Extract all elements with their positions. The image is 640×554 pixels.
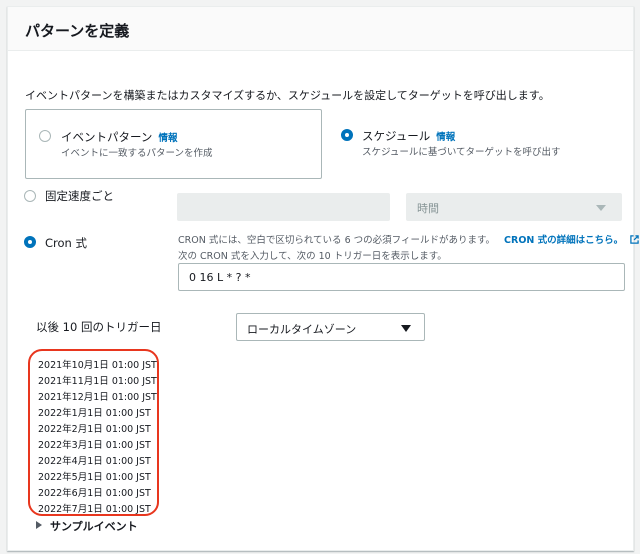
cron-radio[interactable] <box>24 236 36 248</box>
trigger-dates-list: 2021年10月1日 01:00 JST 2021年11月1日 01:00 JS… <box>28 349 159 516</box>
list-item: 2022年6月1日 01:00 JST <box>38 488 151 499</box>
list-item: 2022年1月1日 01:00 JST <box>38 408 151 419</box>
caret-right-icon <box>36 521 42 529</box>
panel-description: イベントパターンを構築またはカスタマイズするか、スケジュールを設定してターゲット… <box>25 89 550 102</box>
timezone-select[interactable]: ローカルタイムゾーン <box>236 313 425 341</box>
event-pattern-option[interactable]: イベントパターン 情報 イベントに一致するパターンを作成 <box>25 109 322 179</box>
list-item: 2021年11月1日 01:00 JST <box>38 376 157 387</box>
list-item: 2022年7月1日 01:00 JST <box>38 504 151 515</box>
trigger-dates-label: 以後 10 回のトリガー日 <box>36 320 162 334</box>
list-item: 2021年12月1日 01:00 JST <box>38 392 157 403</box>
sample-event-expander[interactable]: サンプルイベント <box>36 518 138 534</box>
event-pattern-info-link[interactable]: 情報 <box>158 133 177 144</box>
panel-header: パターンを定義 <box>8 7 633 51</box>
timezone-value: ローカルタイムゾーン <box>247 323 357 336</box>
cron-help-text: CRON 式には、空白で区切られている 6 つの必須フィールドがあります。 CR… <box>178 233 639 265</box>
list-item: 2022年5月1日 01:00 JST <box>38 472 151 483</box>
event-pattern-title: イベントパターン 情報 <box>61 129 177 145</box>
schedule-info-link[interactable]: 情報 <box>436 132 455 143</box>
external-link-icon[interactable] <box>630 235 639 244</box>
list-item: 2022年2月1日 01:00 JST <box>38 424 151 435</box>
rate-unit-select: 時間 <box>406 193 622 221</box>
schedule-subtitle: スケジュールに基づいてターゲットを呼び出す <box>362 147 561 158</box>
fixed-rate-radio[interactable] <box>24 190 36 202</box>
fixed-rate-label: 固定速度ごと <box>45 189 114 203</box>
list-item: 2022年4月1日 01:00 JST <box>38 456 151 467</box>
schedule-title: スケジュール 情報 <box>362 128 455 144</box>
schedule-label: スケジュール <box>362 129 431 143</box>
list-item: 2021年10月1日 01:00 JST <box>38 360 157 371</box>
define-pattern-panel: パターンを定義 イベントパターンを構築またはカスタマイズするか、スケジュールを設… <box>7 6 639 551</box>
sample-event-label: サンプルイベント <box>50 520 138 533</box>
list-item: 2022年3月1日 01:00 JST <box>38 440 151 451</box>
cron-help-line2: 次の CRON 式を入力して、次の 10 トリガー日を表示します。 <box>178 251 447 262</box>
cron-help-line1: CRON 式には、空白で区切られている 6 つの必須フィールドがあります。 <box>178 235 495 246</box>
schedule-radio[interactable] <box>341 129 353 141</box>
event-pattern-label: イベントパターン <box>61 130 153 144</box>
chevron-down-icon <box>596 205 606 211</box>
event-pattern-radio[interactable] <box>39 130 51 142</box>
fixed-rate-input <box>177 193 390 221</box>
panel-title: パターンを定義 <box>25 22 130 40</box>
cron-label: Cron 式 <box>45 236 87 250</box>
event-pattern-subtitle: イベントに一致するパターンを作成 <box>61 148 213 159</box>
cron-expression-input[interactable] <box>178 263 625 291</box>
chevron-down-icon <box>401 325 411 332</box>
rate-unit-value: 時間 <box>417 202 439 215</box>
cron-details-link[interactable]: CRON 式の詳細はこちら。 <box>504 235 623 246</box>
